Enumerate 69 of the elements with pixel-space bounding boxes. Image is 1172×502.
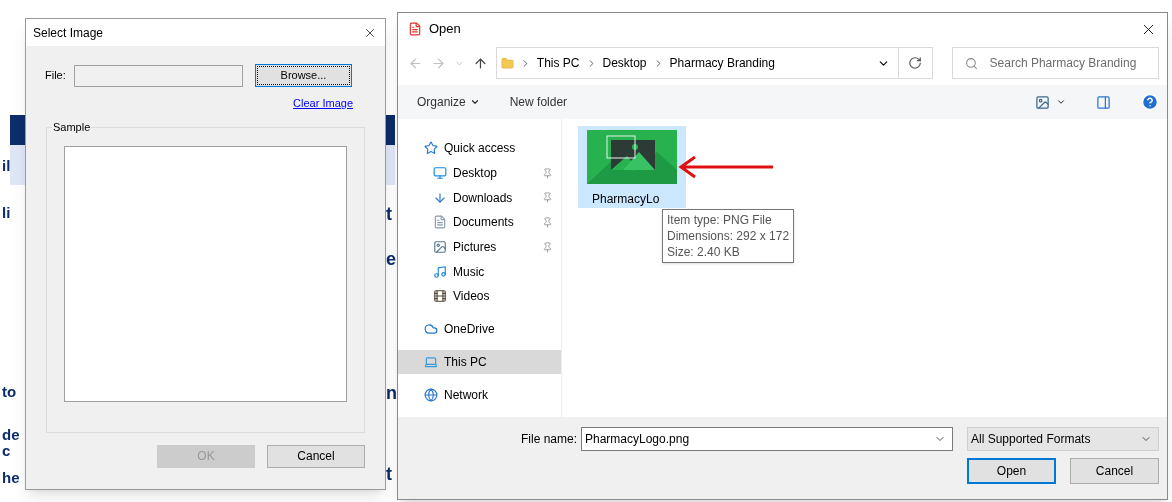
breadcrumb-item[interactable]: This PC [536,54,580,72]
tooltip-line: Item type: PNG File [667,212,773,228]
download-icon [433,190,447,205]
background-text: n [386,384,397,402]
nav-item[interactable]: Music [398,259,561,285]
background-text: he [2,470,20,485]
nav-item[interactable]: Desktop [398,160,561,186]
pin-icon [542,241,553,253]
network-icon [424,387,438,402]
background-text: t [386,205,392,223]
file-label: File: [45,68,67,84]
search-icon [964,56,978,70]
browse-button[interactable]: Browse... [255,64,352,87]
nav-item[interactable]: Videos [398,284,561,309]
file-field[interactable] [74,64,243,87]
nav-item[interactable]: Quick access [398,136,561,161]
help-icon[interactable] [1141,93,1159,111]
video-icon [433,289,447,304]
search-placeholder: Search Pharmacy Branding [989,55,1137,72]
folder-icon [500,56,514,70]
nav-item[interactable]: Pictures [398,234,561,260]
background-text: c [2,443,11,458]
pictures-icon [433,240,447,255]
cloud-icon [424,322,438,337]
address-bar[interactable]: This PC Desktop Pharmacy Branding [495,47,899,79]
cancel-button[interactable]: Cancel [267,444,365,468]
search-field[interactable]: Search Pharmacy Branding [951,47,1159,79]
view-icon[interactable] [1035,94,1050,110]
pdf-icon [408,22,422,36]
document-icon [433,215,447,230]
file-name-label: File name: [520,431,577,448]
background-text: de [2,427,20,442]
background-text: e [386,250,396,268]
nav-item[interactable]: Downloads [398,185,561,211]
caret-icon [469,97,480,107]
cancel-button[interactable]: Cancel [1070,458,1159,484]
refresh-icon [908,56,923,70]
window-title: Open [429,20,461,39]
refresh-button[interactable] [898,47,933,79]
toolbar-button[interactable]: Organize [417,93,480,111]
breadcrumb-item[interactable]: Desktop [602,54,647,72]
star-icon [424,141,438,156]
background-text: to [2,384,17,399]
pin-icon [542,167,553,179]
file-type-select[interactable]: All Supported Formats [967,427,1159,451]
toolbar-button[interactable]: New folder [509,93,568,111]
nav-item[interactable]: OneDrive [398,316,561,342]
nav-item[interactable]: Network [398,382,561,407]
tooltip-line: Size: 2.40 KB [667,244,741,260]
preview-pane-icon[interactable] [1096,94,1111,110]
tooltip-line: Dimensions: 292 x 172 [667,228,790,244]
pin-icon [542,216,553,228]
background-text: t [386,465,392,483]
pin-icon [542,192,553,204]
up-icon[interactable] [472,55,488,71]
nav-item[interactable]: Documents [398,210,561,235]
caret-icon[interactable] [1056,97,1066,107]
pc-icon [424,354,438,369]
file-item[interactable]: PharmacyLo [578,126,686,208]
nav-item[interactable]: This PC [398,349,561,375]
breadcrumb-item[interactable]: Pharmacy Branding [669,54,775,72]
music-icon [433,264,447,279]
open-button[interactable]: Open [967,458,1056,484]
file-name-field[interactable]: PharmacyLogo.png [581,427,953,451]
background-text: li [2,205,11,220]
window-title: Select Image [33,24,104,42]
desktop-icon [433,166,447,181]
background-text: il [2,158,11,173]
clear-image-link[interactable]: Clear Image [293,95,353,112]
